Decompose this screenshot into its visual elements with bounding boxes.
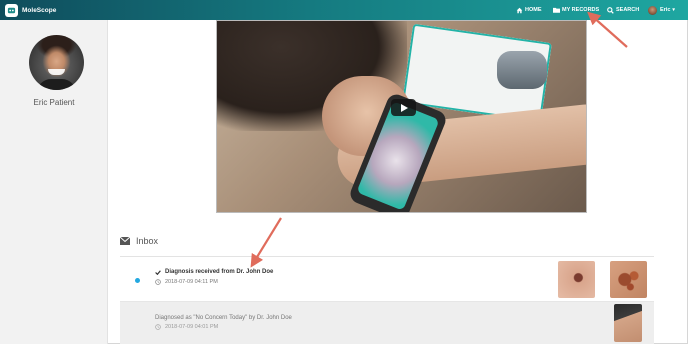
brand-name: MoleScope [22, 6, 57, 14]
message-title: Diagnosed as "No Concern Today" by Dr. J… [155, 315, 292, 321]
envelope-icon [120, 237, 130, 245]
user-menu[interactable]: Eric ▾ [648, 5, 675, 15]
avatar-shirt [37, 79, 76, 90]
inbox-message[interactable]: Diagnosed as "No Concern Today" by Dr. J… [120, 302, 654, 344]
nav-home[interactable]: HOME [516, 5, 542, 15]
message-title: Diagnosis received from Dr. John Doe [155, 269, 273, 275]
inbox-header: Inbox [120, 235, 158, 247]
nav-my-records[interactable]: MY RECORDS [553, 5, 599, 15]
avatar [648, 5, 657, 15]
message-time-text: 2018-07-09 04:01 PM [165, 324, 219, 330]
inbox-message[interactable]: Diagnosis received from Dr. John Doe 201… [120, 257, 654, 302]
inbox-list: Diagnosis received from Dr. John Doe 201… [120, 256, 654, 344]
arm-thumbnail[interactable] [614, 304, 642, 342]
message-time: 2018-07-09 04:01 PM [155, 324, 218, 330]
user-menu-label: Eric [660, 7, 671, 13]
nav-search-label: SEARCH [616, 7, 640, 13]
brand[interactable]: MoleScope [5, 3, 56, 17]
message-time-text: 2018-07-09 04:11 PM [165, 279, 218, 285]
mole-thumbnail[interactable] [558, 261, 595, 298]
home-icon [516, 7, 523, 13]
play-button[interactable] [391, 99, 416, 116]
avatar-smile [48, 69, 65, 75]
patient-avatar [29, 35, 84, 90]
chevron-down-icon: ▾ [672, 7, 675, 13]
checkmark-icon [155, 269, 161, 275]
mole-dermoscopy-thumbnail[interactable] [610, 261, 647, 298]
folder-icon [553, 7, 560, 13]
search-icon [607, 6, 614, 14]
play-icon [401, 103, 408, 112]
intro-video[interactable] [216, 20, 587, 213]
message-title-text: Diagnosed as "No Concern Today" by Dr. J… [155, 315, 292, 321]
nav-search[interactable]: SEARCH [607, 5, 639, 15]
top-navbar: MoleScope HOME MY RECORDS SEARCH Eric ▾ [0, 0, 688, 20]
nav-home-label: HOME [525, 7, 542, 13]
inbox-title: Inbox [136, 236, 159, 246]
video-frame-device [497, 51, 547, 89]
clock-icon [155, 279, 161, 285]
message-time: 2018-07-09 04:11 PM [155, 279, 218, 285]
nav-my-records-label: MY RECORDS [562, 7, 600, 13]
clock-icon [155, 324, 161, 330]
message-title-text: Diagnosis received from Dr. John Doe [165, 269, 274, 275]
unread-dot-icon [135, 278, 140, 283]
profile-sidebar: Eric Patient [0, 20, 108, 344]
patient-name: Eric Patient [33, 98, 75, 107]
molescope-logo-icon [5, 3, 18, 17]
